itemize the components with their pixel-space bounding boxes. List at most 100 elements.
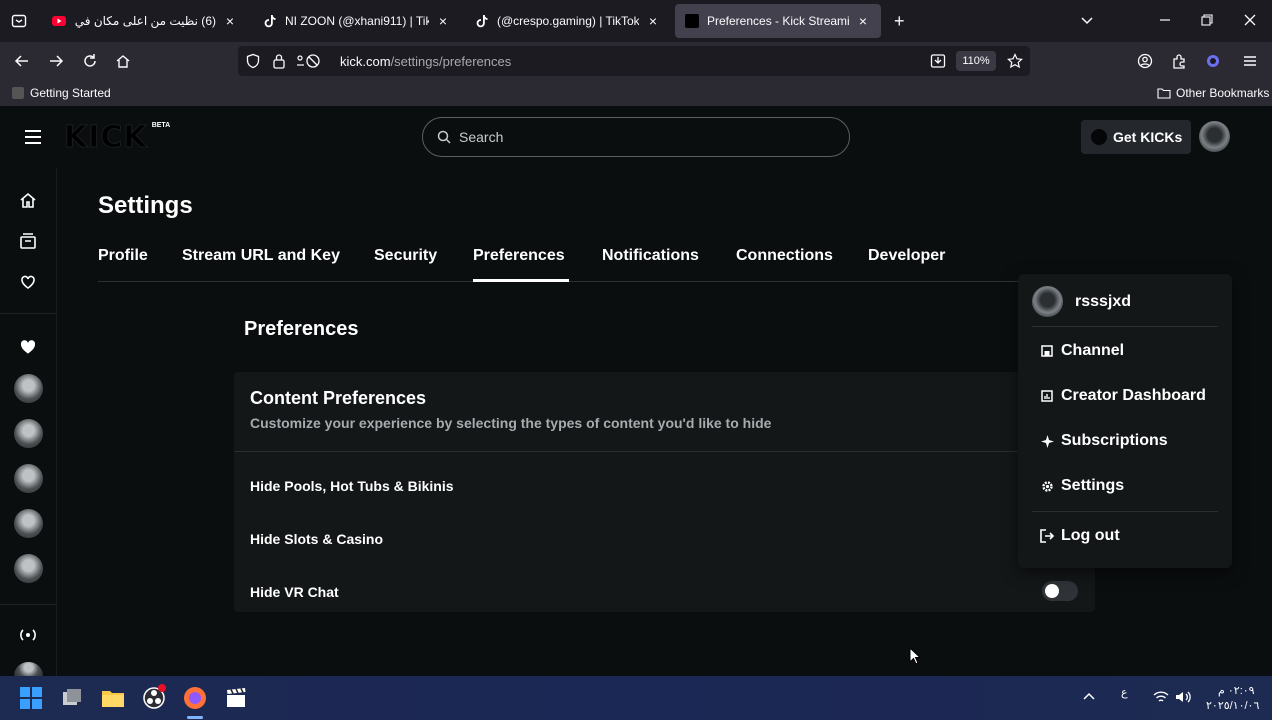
username[interactable]: rsssjxd (1075, 293, 1131, 311)
url-path: /settings/preferences (390, 54, 512, 69)
permissions-icon[interactable] (296, 53, 320, 69)
search-placeholder: Search (459, 129, 504, 145)
clapperboard-icon[interactable] (222, 684, 250, 712)
chevron-up-icon[interactable] (1083, 691, 1095, 703)
lock-icon[interactable] (272, 53, 286, 69)
zoom-level[interactable]: 110% (956, 51, 996, 71)
close-icon[interactable]: × (435, 13, 451, 29)
menu-item-settings[interactable]: Settings (1040, 477, 1124, 495)
kick-logo[interactable]: KICK BETA (64, 120, 171, 156)
card-subtitle: Customize your experience by selecting t… (250, 415, 772, 431)
volume-icon[interactable] (1175, 690, 1191, 704)
chevron-down-icon[interactable] (1080, 13, 1094, 27)
home-icon[interactable] (14, 186, 42, 214)
save-page-icon[interactable] (930, 53, 946, 69)
bookmark-getting-started[interactable]: Getting Started (12, 86, 111, 100)
pref-label-pools: Hide Pools, Hot Tubs & Bikinis (250, 478, 454, 494)
forward-arrow-icon[interactable] (48, 53, 64, 69)
page-title: Settings (98, 192, 193, 219)
close-icon[interactable]: × (855, 13, 871, 29)
user-menu-dropdown: rsssjxd Channel Creator Dashboard Subscr… (1018, 274, 1232, 568)
minimize-icon[interactable] (1158, 13, 1172, 27)
new-tab-button[interactable]: + (894, 11, 905, 32)
hamburger-menu-icon[interactable] (24, 129, 42, 145)
windows-taskbar: ع ٠٢:٠٩ م ٢٠٢٥/١٠/٠٦ (0, 676, 1272, 720)
tab-title: Preferences - Kick Streaming (707, 14, 849, 28)
browser-tab[interactable]: NI ZOON (@xhani911) | TikTok × (253, 4, 461, 38)
kick-icon (685, 14, 699, 28)
kick-app: KICK BETA Search Get KICKs Settings Prof… (0, 106, 1272, 676)
browser-tab-active[interactable]: Preferences - Kick Streaming × (675, 4, 881, 38)
toggle-hide-vr-chat[interactable] (1042, 581, 1078, 601)
task-view-icon[interactable] (58, 684, 86, 712)
user-avatar-button[interactable] (1199, 121, 1230, 152)
tab-list-icon[interactable] (11, 13, 27, 29)
card-title: Content Preferences (250, 388, 427, 408)
firefox-icon[interactable] (181, 684, 209, 712)
sparkle-icon (1040, 434, 1054, 448)
content-preferences-card: Content Preferences Customize your exper… (234, 372, 1095, 612)
tab-stream-url-and-key[interactable]: Stream URL and Key (182, 247, 340, 265)
mouse-cursor-icon (909, 647, 921, 665)
menu-item-label: Settings (1061, 477, 1125, 494)
browse-icon[interactable] (14, 227, 42, 255)
close-window-icon[interactable] (1243, 13, 1257, 27)
followed-channel-avatar[interactable] (14, 464, 43, 493)
file-explorer-icon[interactable] (99, 684, 127, 712)
followed-channel-avatar[interactable] (14, 554, 43, 583)
close-icon[interactable]: × (222, 13, 238, 29)
shield-icon[interactable] (245, 53, 261, 69)
home-icon[interactable] (115, 53, 131, 69)
back-arrow-icon[interactable] (14, 53, 30, 69)
followed-channel-avatar[interactable] (14, 419, 43, 448)
tab-title: (6) نظيت من اعلى مكان في الل... (74, 14, 216, 28)
extensions-icon[interactable] (1171, 53, 1187, 69)
tab-preferences[interactable]: Preferences (473, 247, 565, 265)
bookmark-label: Other Bookmarks (1176, 86, 1270, 100)
tab-notifications[interactable]: Notifications (602, 247, 699, 265)
pref-label-vr-chat: Hide VR Chat (250, 584, 339, 600)
browser-tab[interactable]: (@crespo.gaming) | TikTok × (465, 4, 671, 38)
url-bar[interactable]: kick.com/settings/preferences 110% (238, 46, 1030, 76)
bookmark-other[interactable]: Other Bookmarks (1157, 86, 1269, 100)
clock-time[interactable]: ٠٢:٠٩ م (1218, 684, 1255, 697)
sidebar-divider (0, 313, 57, 314)
browser-tab[interactable]: (6) نظيت من اعلى مكان في الل... × (42, 4, 248, 38)
account-icon[interactable] (1137, 53, 1153, 69)
following-heart-icon[interactable] (14, 268, 42, 296)
menu-item-creator-dashboard[interactable]: Creator Dashboard (1040, 387, 1206, 405)
logout-button[interactable]: Log out (1040, 527, 1120, 545)
search-input[interactable]: Search (422, 117, 850, 157)
menu-divider (1032, 511, 1218, 512)
live-broadcast-icon[interactable] (14, 621, 42, 649)
get-kicks-button[interactable]: Get KICKs (1081, 120, 1191, 154)
menu-item-subscriptions[interactable]: Subscriptions (1040, 432, 1168, 450)
heart-icon (14, 333, 42, 361)
tab-connections[interactable]: Connections (736, 247, 833, 265)
bookmark-star-icon[interactable] (1007, 53, 1023, 69)
menu-item-label: Channel (1061, 342, 1125, 359)
reload-icon[interactable] (82, 53, 98, 69)
followed-channel-avatar[interactable] (14, 509, 43, 538)
close-icon[interactable]: × (645, 13, 661, 29)
url-text[interactable]: kick.com/settings/preferences (340, 54, 511, 69)
windows-start-icon[interactable] (17, 684, 45, 712)
obs-icon[interactable] (140, 684, 168, 712)
active-app-indicator (187, 716, 203, 719)
wifi-icon[interactable] (1153, 690, 1169, 704)
followed-channel-avatar[interactable] (14, 662, 43, 676)
menu-icon[interactable] (1242, 53, 1258, 69)
input-language[interactable]: ع (1121, 686, 1128, 699)
extension-icon[interactable] (1205, 53, 1221, 69)
tab-security[interactable]: Security (374, 247, 437, 265)
restore-icon[interactable] (1201, 14, 1213, 26)
avatar (1032, 286, 1063, 317)
tab-developer[interactable]: Developer (868, 247, 945, 265)
tab-profile[interactable]: Profile (98, 247, 148, 265)
clock-date[interactable]: ٢٠٢٥/١٠/٠٦ (1206, 699, 1259, 712)
section-heading: Preferences (244, 318, 359, 340)
menu-item-channel[interactable]: Channel (1040, 342, 1124, 360)
active-tab-indicator (473, 279, 569, 282)
logout-icon (1040, 529, 1054, 543)
followed-channel-avatar[interactable] (14, 374, 43, 403)
